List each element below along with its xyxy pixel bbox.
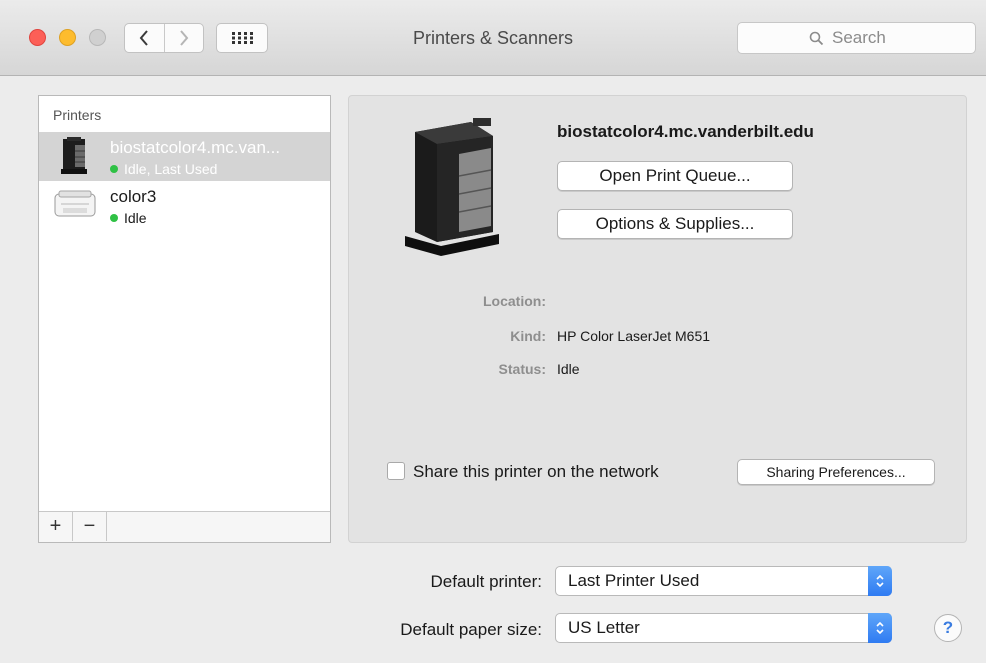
printer-row-color3[interactable]: color3 Idle (39, 181, 330, 230)
default-paper-size-value: US Letter (568, 618, 640, 637)
laser-printer-icon (61, 137, 87, 174)
device-name: biostatcolor4.mc.vanderbilt.edu (557, 122, 814, 141)
share-printer-checkbox[interactable] (387, 462, 405, 480)
kind-label: Kind: (510, 328, 546, 344)
printer-status-text: Idle (124, 210, 147, 226)
printer-status: Idle, Last Used (110, 161, 217, 177)
location-label: Location: (483, 293, 546, 309)
printer-name: biostatcolor4.mc.van... (110, 138, 281, 157)
search-input[interactable] (830, 27, 904, 49)
title-bar: Printers & Scanners (0, 0, 986, 76)
printer-status-text: Idle, Last Used (124, 161, 218, 177)
help-button[interactable]: ? (934, 614, 962, 642)
popup-arrows-icon (868, 613, 892, 643)
printer-row-biostatcolor4[interactable]: biostatcolor4.mc.van... Idle, Last Used (39, 132, 330, 181)
search-field[interactable] (737, 22, 976, 54)
kind-value: HP Color LaserJet M651 (557, 328, 711, 344)
remove-printer-button[interactable]: − (73, 512, 107, 541)
add-printer-button[interactable]: + (39, 512, 73, 541)
list-footer: + − (39, 511, 330, 542)
printer-status: Idle (110, 210, 147, 226)
footer-spacer (107, 512, 330, 542)
printers-list: Printers biostatcolor4.mc.van... Idle, L… (38, 95, 331, 543)
status-label: Status: (498, 361, 546, 377)
share-printer-label: Share this printer on the network (413, 462, 659, 481)
default-printer-select[interactable]: Last Printer Used (555, 566, 892, 596)
default-paper-size-label: Default paper size: (400, 620, 542, 639)
magnifier-icon (809, 31, 824, 45)
status-dot-icon (110, 165, 118, 173)
options-supplies-button[interactable]: Options & Supplies... (557, 209, 793, 239)
sharing-preferences-button[interactable]: Sharing Preferences... (737, 459, 935, 485)
printer-name: color3 (110, 187, 157, 206)
status-value: Idle (557, 361, 580, 377)
default-paper-size-select[interactable]: US Letter (555, 613, 892, 643)
large-printer-icon (405, 118, 499, 256)
status-dot-icon (110, 214, 118, 222)
popup-arrows-icon (868, 566, 892, 596)
open-print-queue-button[interactable]: Open Print Queue... (557, 161, 793, 191)
printer-details-panel: biostatcolor4.mc.vanderbilt.edu Open Pri… (348, 95, 967, 543)
inkjet-printer-icon (54, 190, 96, 217)
printers-list-header: Printers (53, 107, 102, 123)
default-printer-label: Default printer: (430, 572, 543, 591)
default-printer-value: Last Printer Used (568, 571, 700, 590)
